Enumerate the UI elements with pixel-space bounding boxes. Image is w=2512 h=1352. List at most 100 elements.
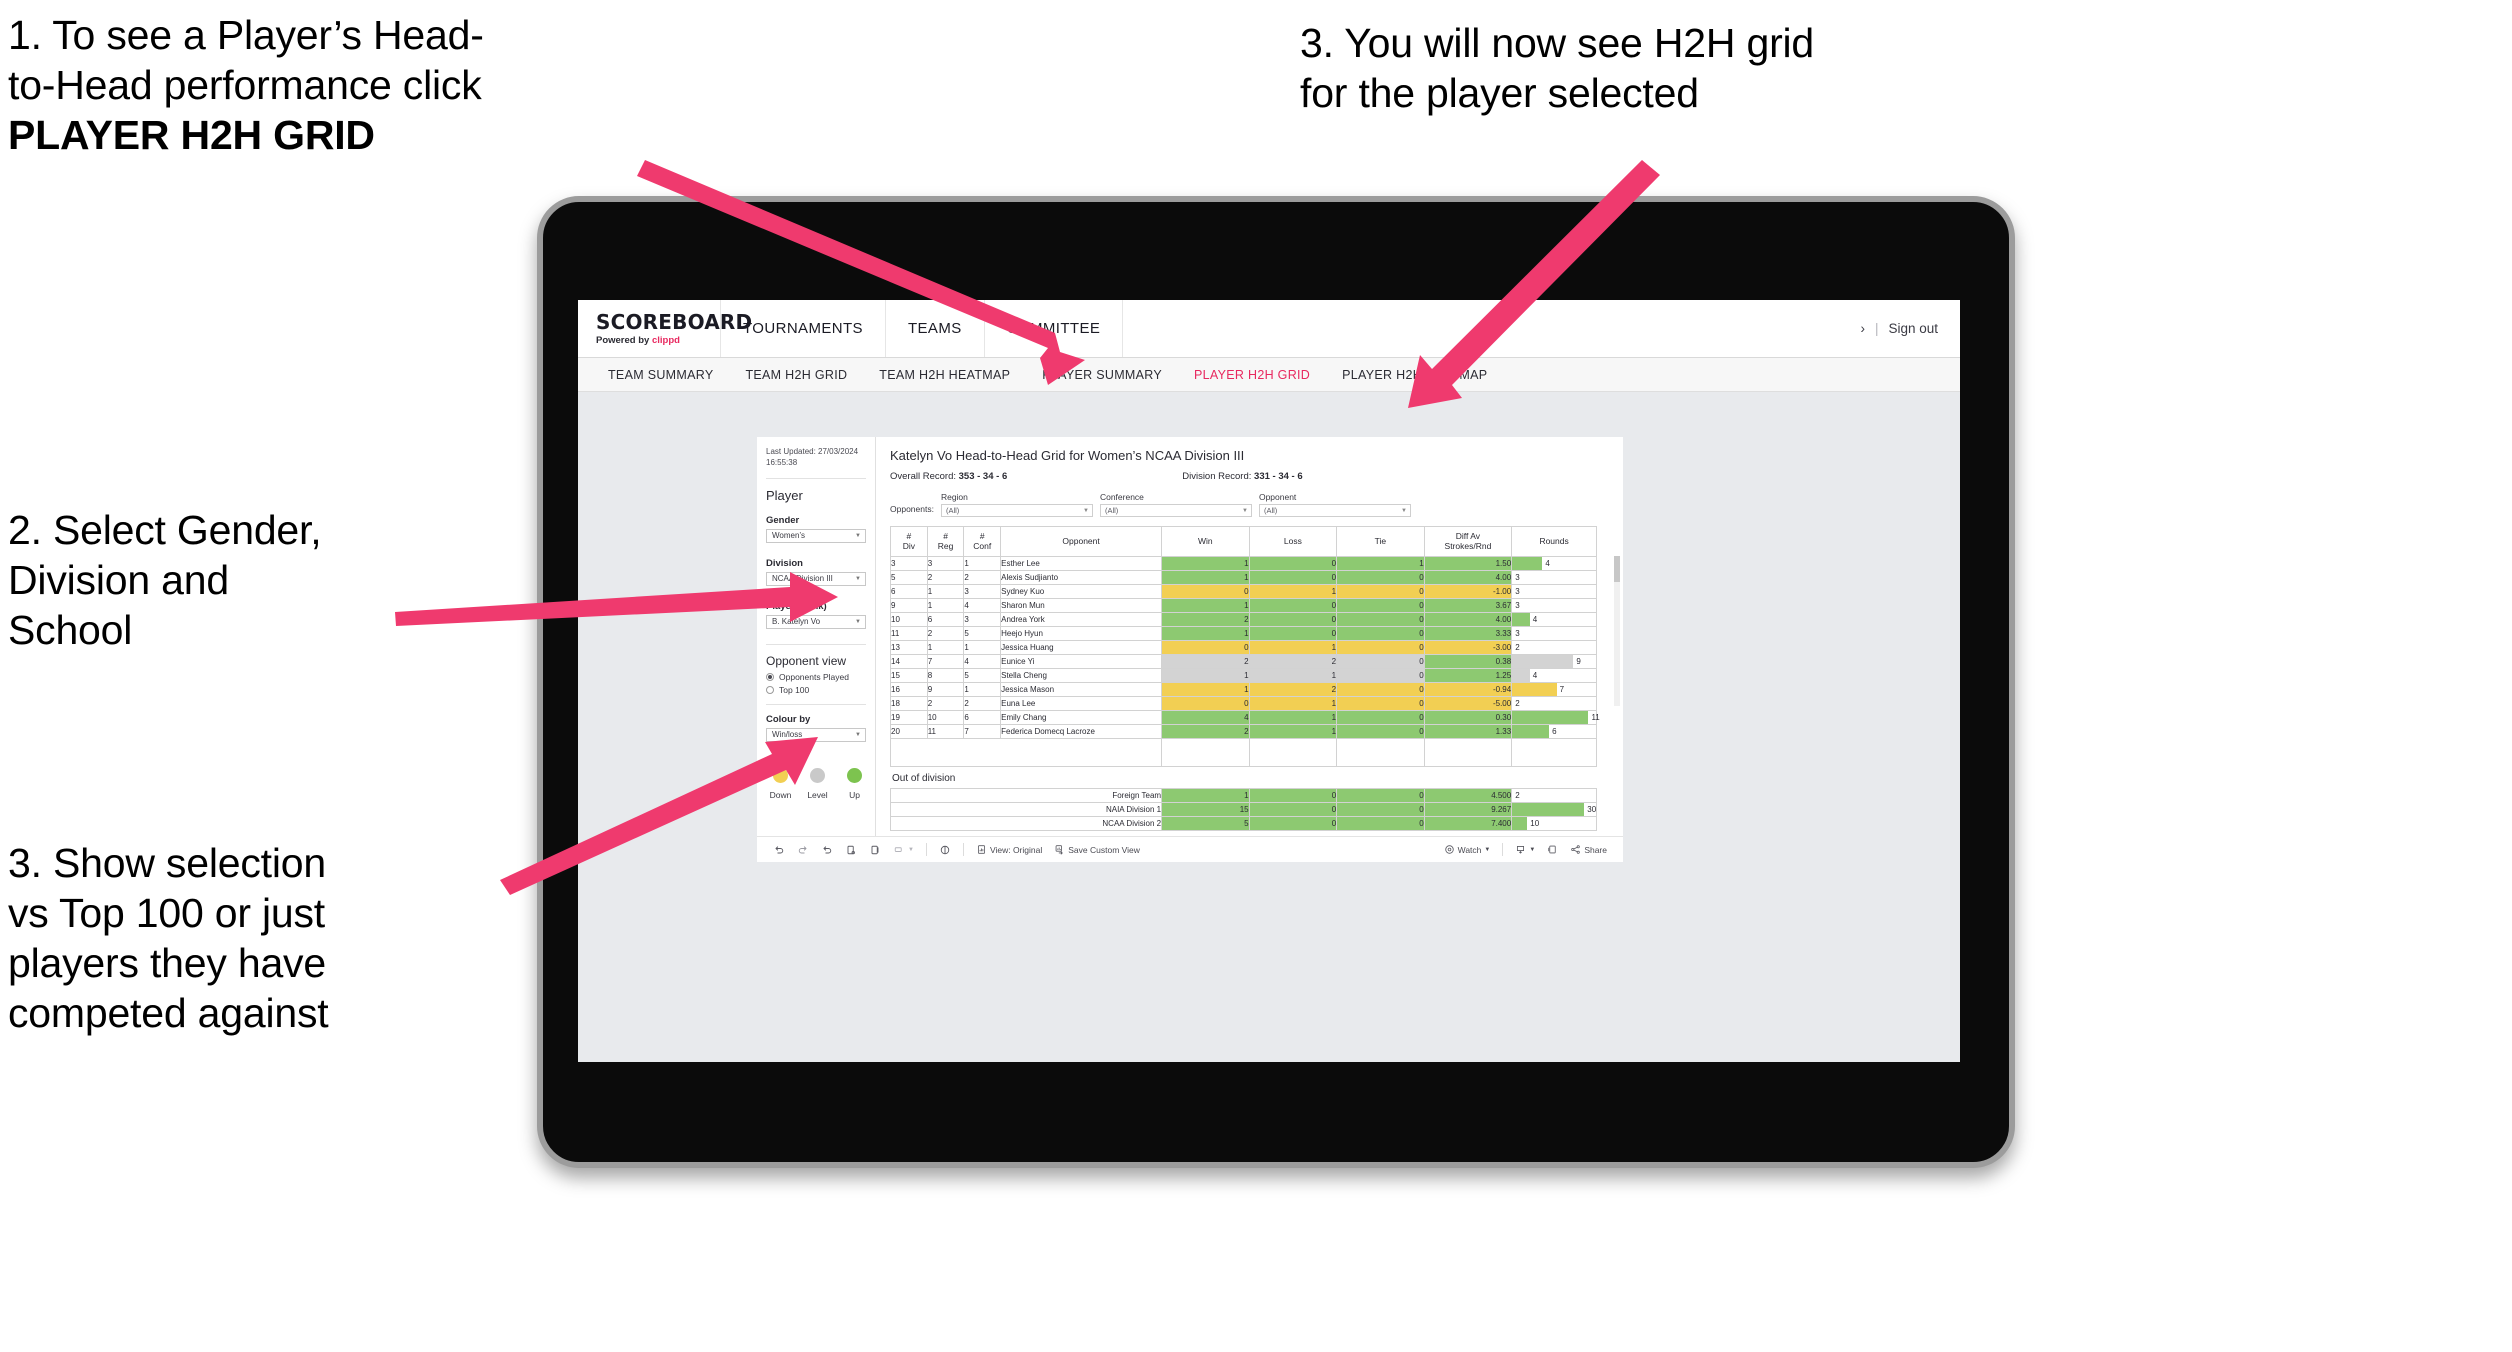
- table-row[interactable]: Foreign Team 1 0 0 4.500 2: [889, 788, 1597, 803]
- cell-rounds: 3: [1511, 598, 1597, 613]
- col-opponent: Opponent: [1000, 526, 1163, 557]
- nav-item-teams[interactable]: TEAMS: [886, 300, 985, 357]
- cell-diff: 3.67: [1423, 598, 1513, 613]
- table-row[interactable]: 11 2 5 Heejo Hyun 1 0 0 3.33 3: [890, 626, 1597, 641]
- radio-top-100[interactable]: Top 100: [766, 685, 866, 695]
- table-row[interactable]: 19 10 6 Emily Chang 4 1 0 0.30 11: [890, 710, 1600, 725]
- division-record-value: 331 - 34 - 6: [1254, 471, 1303, 482]
- out-of-division-title: Out of division: [892, 773, 956, 784]
- header-right: › | Sign out: [1860, 300, 1960, 357]
- legend-dot-level: [810, 767, 825, 783]
- last-updated-line1: Last Updated: 27/03/2024: [766, 447, 859, 456]
- brand-logo[interactable]: SCOREBOARD Powered by clippd: [578, 300, 752, 357]
- cell-reg: 8: [926, 668, 965, 683]
- table-row[interactable]: 14 7 4 Eunice Yi 2 2 0 0.38 9: [890, 654, 1597, 669]
- sidebar-divider-3: [766, 703, 866, 705]
- table-row[interactable]: 13 1 1 Jessica Huang 0 1 0 -3.00 2: [890, 640, 1597, 655]
- watch-button[interactable]: Watch ▼: [1438, 844, 1497, 855]
- cell-diff: -5.00: [1423, 696, 1513, 711]
- share-button[interactable]: Share: [1564, 844, 1613, 855]
- table-row[interactable]: 18 2 2 Euna Lee 0 1 0 -5.00 2: [890, 696, 1597, 711]
- filter-opponent-select[interactable]: (All) ▼: [1258, 504, 1411, 517]
- fullscreen-button[interactable]: [1541, 844, 1564, 855]
- cell-opponent: Esther Lee: [1000, 556, 1163, 571]
- cell-rounds: 3: [1511, 626, 1597, 641]
- tab-player-h2h-heatmap[interactable]: PLAYER H2H HEATMAP: [1326, 368, 1503, 382]
- cell-div: 3: [890, 556, 928, 571]
- cell-reg: 9: [926, 682, 965, 697]
- cell-conf: 3: [963, 612, 1002, 627]
- brand-subtitle: Powered by clippd: [596, 335, 720, 346]
- viz-toolbar: ▼ View: Original Save Custom View Watch …: [757, 836, 1623, 862]
- cell-rounds: 2: [1511, 788, 1597, 803]
- cell-tie: 0: [1336, 654, 1425, 669]
- cell-group-name: NAIA Division 1: [889, 802, 1163, 817]
- save-custom-view-button[interactable]: Save Custom View: [1048, 844, 1146, 855]
- table-row[interactable]: 15 8 5 Stella Cheng 1 1 0 1.25 4: [890, 668, 1597, 683]
- col-conf-top: #: [979, 530, 985, 541]
- table-row[interactable]: 6 1 3 Sydney Kuo 0 1 0 -1.00 3: [890, 584, 1597, 599]
- table-row[interactable]: 20 11 7 Federica Domecq Lacroze 2 1 0 1.33 6: [890, 724, 1597, 739]
- tab-player-summary[interactable]: PLAYER SUMMARY: [1026, 368, 1178, 382]
- alerts-button[interactable]: [933, 844, 957, 856]
- table-row[interactable]: 10 6 3 Andrea York 2 0 0 4.00 4: [890, 612, 1597, 627]
- nav-item-tournaments[interactable]: TOURNAMENTS: [721, 300, 886, 357]
- tab-player-h2h-grid[interactable]: PLAYER H2H GRID: [1178, 368, 1326, 382]
- filter-region-select[interactable]: (All) ▼: [940, 504, 1093, 517]
- cell-tie: 0: [1336, 598, 1425, 613]
- redo-button[interactable]: [791, 844, 815, 856]
- cell-diff: 0.38: [1423, 654, 1513, 669]
- col-loss: Loss: [1248, 526, 1338, 557]
- filter-opponent-value: (All): [1263, 506, 1278, 515]
- gender-select[interactable]: Women’s ▼: [766, 528, 866, 543]
- pause-button[interactable]: [863, 844, 887, 856]
- overall-record-value: 353 - 34 - 6: [958, 471, 1008, 482]
- undo-button[interactable]: [767, 844, 791, 856]
- cell-reg: 7: [926, 654, 965, 669]
- revert-button[interactable]: [815, 844, 839, 856]
- tab-team-h2h-heatmap[interactable]: TEAM H2H HEATMAP: [863, 368, 1026, 382]
- device-preview-button[interactable]: ▼: [887, 844, 920, 856]
- cell-opponent: Sydney Kuo: [1000, 584, 1163, 599]
- table-row[interactable]: 5 2 2 Alexis Sudjianto 1 0 0 4.00 3: [890, 570, 1597, 585]
- nav-item-committee[interactable]: COMMITTEE: [985, 300, 1124, 357]
- account-chevron-icon[interactable]: ›: [1860, 321, 1865, 336]
- refresh-button[interactable]: [839, 844, 863, 856]
- colour-by-select[interactable]: Win/loss ▼: [766, 727, 866, 742]
- grid-scrollbar-thumb[interactable]: [1614, 556, 1620, 582]
- table-row[interactable]: 3 3 1 Esther Lee 1 0 1 1.50 4: [890, 556, 1597, 571]
- rounds-value: 3: [1515, 573, 1520, 582]
- cell-loss: 2: [1248, 654, 1338, 669]
- rounds-bar: [1512, 683, 1557, 696]
- records-row: Overall Record: 353 - 34 - 6 Division Re…: [890, 471, 1611, 482]
- download-button[interactable]: ▼: [1509, 844, 1541, 855]
- sidebar-divider-2: [766, 643, 866, 645]
- table-row[interactable]: NAIA Division 1 15 0 0 9.267 30: [889, 802, 1597, 817]
- chevron-down-icon: ▼: [908, 846, 914, 853]
- player-rank-select[interactable]: B. Katelyn Vo ▼: [766, 614, 866, 629]
- cell-win: 5: [1161, 816, 1250, 831]
- cell-opponent: Jessica Mason: [1000, 682, 1163, 697]
- filter-opponent-label: Opponent: [1258, 492, 1297, 502]
- division-select[interactable]: NCAA Division III ▼: [766, 571, 866, 586]
- radio-opponents-played[interactable]: Opponents Played: [766, 672, 866, 682]
- filter-conference-select[interactable]: (All) ▼: [1099, 504, 1252, 517]
- secondary-nav: TEAM SUMMARY TEAM H2H GRID TEAM H2H HEAT…: [578, 358, 1960, 392]
- cell-tie: 0: [1336, 802, 1425, 817]
- tab-team-h2h-grid[interactable]: TEAM H2H GRID: [729, 368, 863, 382]
- legend-item-up: Up: [843, 767, 866, 800]
- cell-tie: 0: [1336, 612, 1425, 627]
- tab-team-summary[interactable]: TEAM SUMMARY: [592, 368, 729, 382]
- table-row[interactable]: 9 1 4 Sharon Mun 1 0 0 3.67 3: [890, 598, 1597, 613]
- col-win: Win: [1161, 526, 1250, 557]
- cell-div: 9: [890, 598, 928, 613]
- cell-reg: 2: [926, 570, 965, 585]
- view-original-button[interactable]: View: Original: [970, 844, 1048, 855]
- cell-empty: [1511, 738, 1597, 767]
- table-row[interactable]: NCAA Division 2 5 0 0 7.400 10: [889, 816, 1597, 831]
- col-diff: Diff Av Strokes/Rnd: [1423, 526, 1513, 557]
- table-row[interactable]: 16 9 1 Jessica Mason 1 2 0 -0.94 7: [890, 682, 1597, 697]
- cell-tie: 0: [1336, 570, 1425, 585]
- sign-out-link[interactable]: Sign out: [1888, 321, 1938, 336]
- cell-opponent: Alexis Sudjianto: [1000, 570, 1163, 585]
